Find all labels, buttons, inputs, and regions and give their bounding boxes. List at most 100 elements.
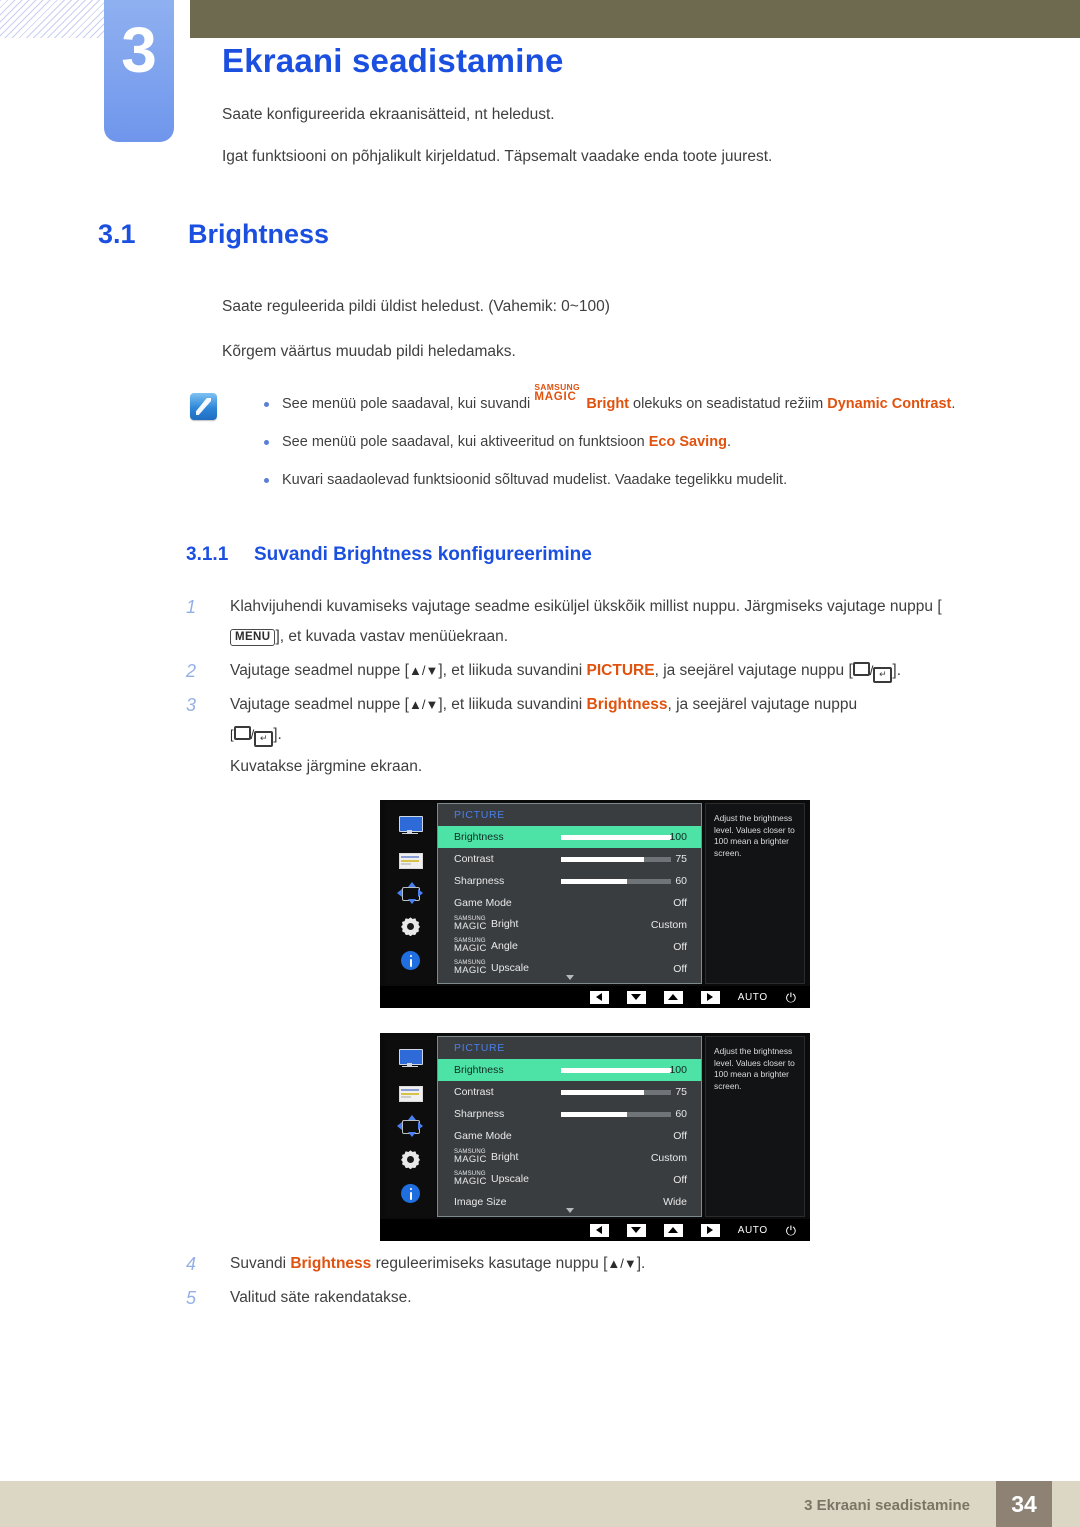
osd-item-label-text: Bright	[491, 917, 519, 930]
osd-menu-item[interactable]: SAMSUNG MAGIC Upscale Off	[438, 1169, 701, 1191]
osd-item-label: Sharpness	[454, 1108, 505, 1120]
osd-item-value: Custom	[650, 1152, 687, 1164]
osd-slider[interactable]	[561, 879, 671, 884]
step3-text-b: ], et liikuda suvandini	[438, 696, 587, 713]
step3-highlight: Brightness	[586, 696, 668, 713]
osd-menu-item[interactable]: Contrast 75	[438, 1081, 701, 1103]
osd-menu-item[interactable]: Sharpness 60	[438, 1103, 701, 1125]
chapter-intro-line-1: Saate konfigureerida ekraanisätteid, nt …	[222, 106, 555, 123]
osd-left-button[interactable]	[589, 1223, 609, 1237]
osd-help-text: Adjust the brightness level. Values clos…	[705, 1036, 805, 1217]
samsung-magic-logo: SAMSUNG MAGIC	[454, 1171, 491, 1188]
source-square-icon	[233, 726, 251, 740]
note-bullet-list: See menüü pole saadaval, kui suvandi SAM…	[252, 383, 972, 504]
osd-category-label: PICTURE	[454, 809, 505, 821]
osd-slider[interactable]	[561, 857, 671, 862]
osd-left-button[interactable]	[589, 990, 609, 1004]
paragraph-range: Saate reguleerida pildi üldist heledust.…	[222, 298, 610, 315]
magic-bottom-text: MAGIC	[454, 1153, 487, 1165]
osd-menu-item[interactable]: Game Mode Off	[438, 892, 701, 914]
osd-menu-panel: PICTURE Brightness 100 Contrast 75 Sharpness…	[437, 803, 702, 984]
osd-menu-item[interactable]: SAMSUNG MAGIC Angle Off	[438, 936, 701, 958]
info-icon[interactable]	[397, 1183, 423, 1205]
osd-menu-item[interactable]: SAMSUNG MAGIC Bright Custom	[438, 914, 701, 936]
osd-auto-label[interactable]: AUTO	[738, 1225, 768, 1236]
step1-text-b: ], et kuvada vastav menüüekraan.	[275, 628, 509, 645]
osd-help-text: Adjust the brightness level. Values clos…	[705, 803, 805, 984]
bullet2-highlight: Eco Saving	[648, 434, 727, 450]
step2-text-d: ].	[892, 662, 902, 679]
osd-item-label: Sharpness	[454, 875, 505, 887]
osd-item-label-text: Upscale	[491, 1172, 529, 1185]
osd-body: PICTURE Brightness 100 Contrast 75 Sharpness…	[380, 1033, 810, 1219]
monitor-icon[interactable]	[397, 1048, 423, 1070]
osd-up-button[interactable]	[663, 1223, 683, 1237]
power-icon[interactable]: ⏻	[786, 991, 796, 1004]
osd-menu-item[interactable]: SAMSUNG MAGIC Bright Custom	[438, 1147, 701, 1169]
magic-bottom-text: MAGIC	[534, 391, 577, 403]
info-icon[interactable]	[397, 950, 423, 972]
osd-list-icon[interactable]	[397, 1082, 423, 1104]
osd-item-label: Contrast	[454, 1086, 494, 1098]
osd-right-button[interactable]	[700, 1223, 720, 1237]
osd-slider[interactable]	[561, 1068, 671, 1073]
step2-text-b: ], et liikuda suvandini	[438, 662, 587, 679]
note-pencil-icon	[190, 393, 217, 420]
osd-screenshot-2: PICTURE Brightness 100 Contrast 75 Sharpness…	[380, 1033, 810, 1241]
osd-slider[interactable]	[561, 835, 671, 840]
osd-item-label: Brightness	[454, 831, 504, 843]
section-heading: 3.1 Brightness	[98, 219, 329, 250]
step-number: 1	[186, 597, 197, 617]
chapter-number: 3	[121, 14, 157, 86]
osd-menu-panel: PICTURE Brightness 100 Contrast 75 Sharpness…	[437, 1036, 702, 1217]
osd-down-button[interactable]	[626, 990, 646, 1004]
osd-right-button[interactable]	[700, 990, 720, 1004]
osd-down-button[interactable]	[626, 1223, 646, 1237]
osd-menu-rows: Brightness 100 Contrast 75 Sharpness 60 Game M…	[438, 826, 701, 980]
bullet3-text: Kuvari saadaolevad funktsioonid sõltuvad…	[282, 472, 788, 488]
osd-button-bar: AUTO ⏻	[380, 1219, 810, 1241]
osd-item-value: 75	[675, 1086, 687, 1098]
osd-slider[interactable]	[561, 1112, 671, 1117]
osd-menu-item[interactable]: Brightness 100	[438, 1059, 701, 1081]
bullet1-highlight: Dynamic Contrast	[827, 396, 952, 412]
scroll-down-caret-icon[interactable]	[566, 1208, 574, 1213]
step4-text-b: reguleerimiseks kasutage nuppu [	[371, 1255, 608, 1272]
position-arrows-icon[interactable]	[397, 882, 423, 905]
osd-list-icon[interactable]	[397, 849, 423, 871]
bullet1-bright: Bright	[586, 396, 629, 412]
osd-item-value: 100	[669, 1064, 687, 1076]
list-item: 3 Vajutage seadmel nuppe [▲/▼], et liikud…	[186, 690, 986, 782]
position-arrows-icon[interactable]	[397, 1115, 423, 1138]
osd-menu-item[interactable]: Game Mode Off	[438, 1125, 701, 1147]
osd-item-value: Off	[673, 1130, 687, 1142]
gear-icon[interactable]	[397, 1149, 423, 1171]
osd-menu-item[interactable]: Sharpness 60	[438, 870, 701, 892]
step3-text-d: ].	[273, 726, 282, 743]
osd-menu-item[interactable]: Contrast 75	[438, 848, 701, 870]
osd-category-label: PICTURE	[454, 1042, 505, 1054]
monitor-icon[interactable]	[397, 815, 423, 837]
footer-chapter-label: 3 Ekraani seadistamine	[804, 1497, 970, 1514]
decorative-hatch-pattern	[0, 0, 108, 38]
gear-icon[interactable]	[397, 916, 423, 938]
osd-menu-item[interactable]: Brightness 100	[438, 826, 701, 848]
scroll-down-caret-icon[interactable]	[566, 975, 574, 980]
osd-item-label: Game Mode	[454, 897, 512, 909]
samsung-magic-logo: SAMSUNG MAGIC	[454, 916, 491, 933]
step4-text-c: ].	[636, 1255, 646, 1272]
header-olive-bar	[190, 0, 1080, 38]
samsung-magic-logo: SAMSUNG MAGIC	[454, 960, 491, 977]
list-item: See menüü pole saadaval, kui aktiveeritu…	[252, 428, 972, 456]
osd-icon-rail	[385, 803, 435, 984]
subsection-title: Suvandi Brightness konfigureerimine	[254, 544, 592, 565]
osd-up-button[interactable]	[663, 990, 683, 1004]
step2-text-a: Vajutage seadmel nuppe [	[230, 662, 409, 679]
list-item: See menüü pole saadaval, kui suvandi SAM…	[252, 383, 972, 418]
osd-item-label-text: Bright	[491, 1150, 519, 1163]
osd-auto-label[interactable]: AUTO	[738, 992, 768, 1003]
osd-slider[interactable]	[561, 1090, 671, 1095]
power-icon[interactable]: ⏻	[786, 1224, 796, 1237]
osd-item-label: Image Size	[454, 1196, 507, 1208]
osd-item-label: SAMSUNG MAGIC Upscale	[454, 1171, 529, 1188]
